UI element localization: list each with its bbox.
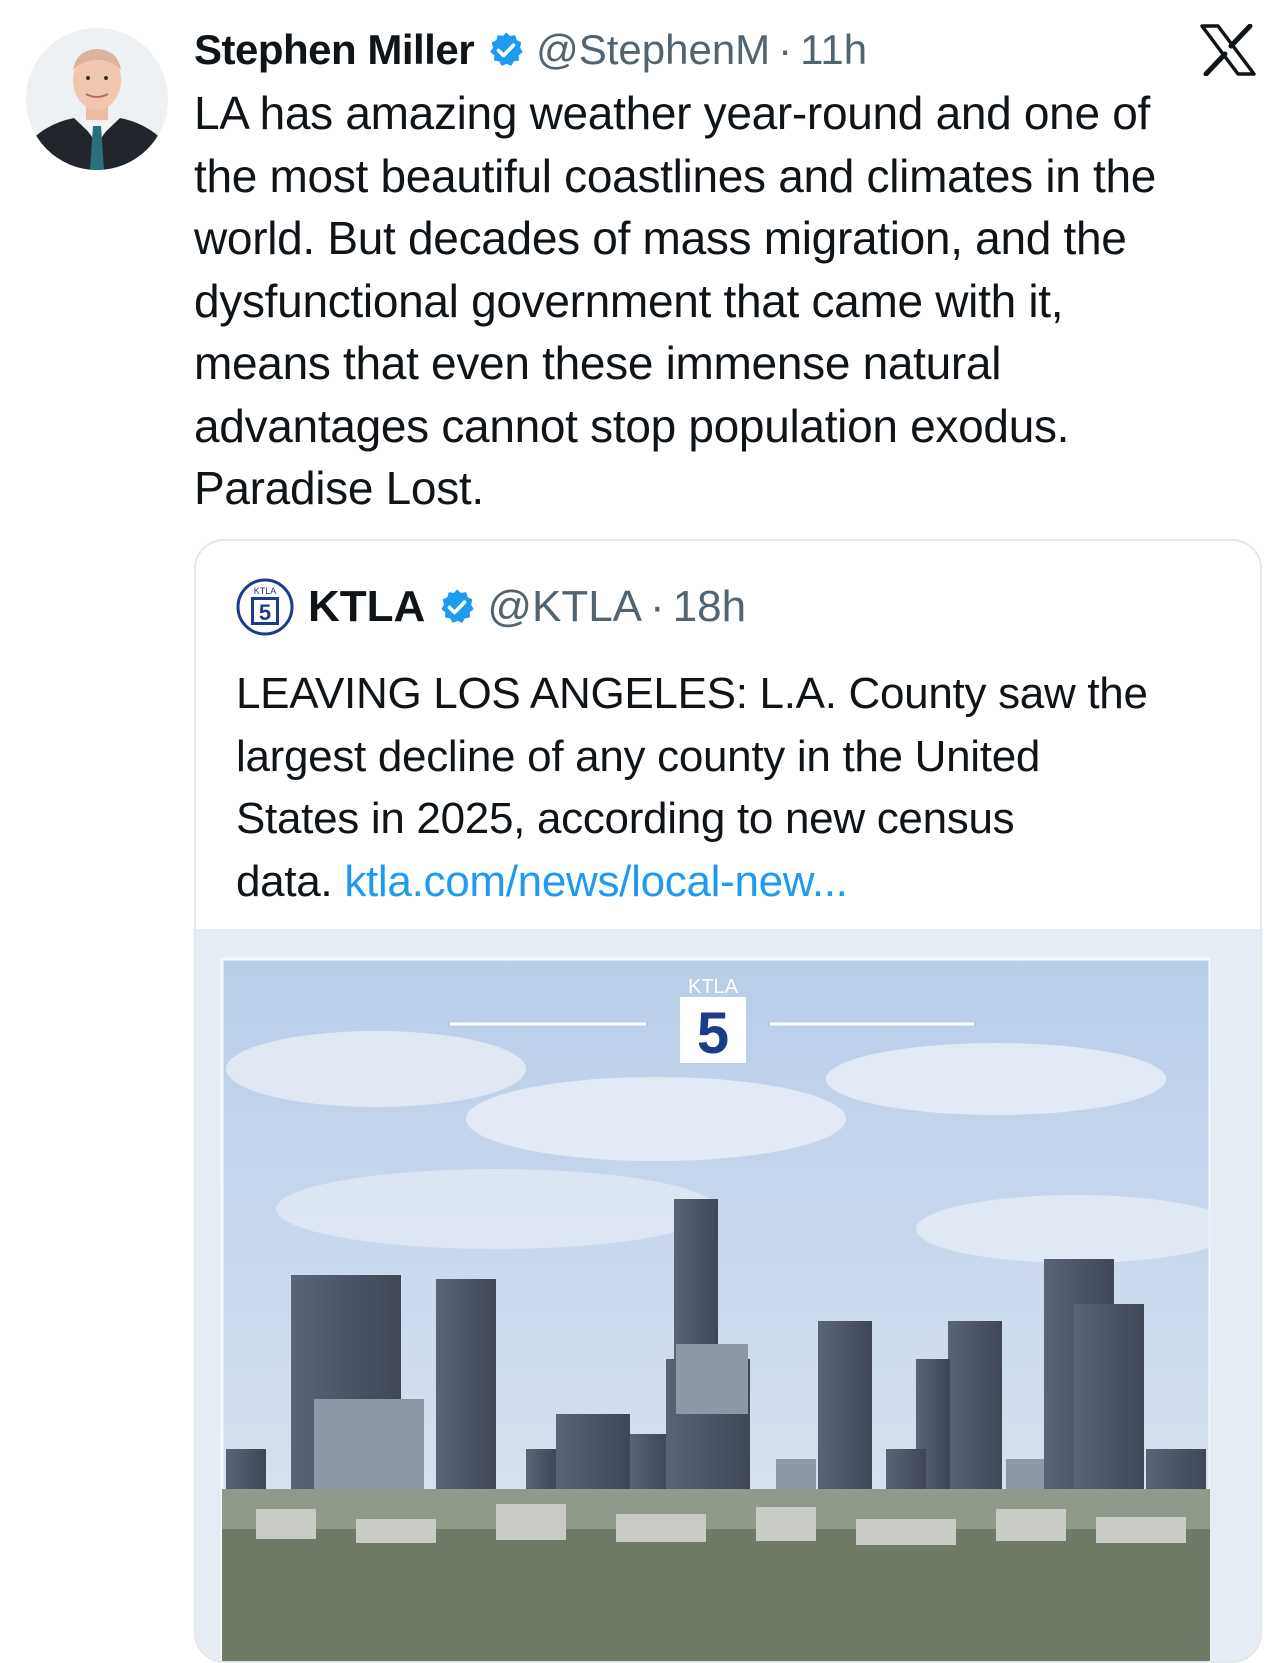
separator-dot: ·	[778, 26, 793, 73]
separator-dot: ·	[650, 582, 665, 631]
tweet-text-line: advantages cannot stop population exodus…	[194, 399, 1070, 452]
los-angeles-skyline-photo: KTLA 5	[196, 929, 1260, 1661]
tweet-text-line: dysfunctional government that came with …	[194, 274, 1064, 327]
media-logo-text: KTLA	[688, 976, 739, 998]
tweet-header: Stephen Miller @StephenM · 11h	[194, 22, 867, 78]
verified-badge-icon	[490, 32, 523, 66]
tweet-text: LA has amazing weather year-round and on…	[194, 82, 1254, 520]
tweet-text-line: means that even these immense natural	[194, 337, 1002, 389]
tweet-timestamp[interactable]: 11h	[800, 26, 867, 74]
svg-text:KTLA: KTLA	[254, 586, 277, 596]
tweet-text-line: LA has amazing weather year-round and on…	[194, 87, 1150, 139]
svg-text:5: 5	[259, 600, 271, 625]
quoted-media-image[interactable]: KTLA 5	[196, 929, 1260, 1661]
quoted-author-handle[interactable]: @KTLA	[487, 582, 642, 632]
quoted-text-line: LEAVING LOS ANGELES: L.A. County saw the	[236, 669, 1148, 718]
author-name[interactable]: Stephen Miller	[194, 26, 475, 74]
quoted-text-line: largest decline of any county in the Uni…	[236, 731, 1041, 781]
author-handle[interactable]: @StephenM	[536, 26, 770, 74]
quoted-tweet-header: 5 KTLA KTLA @KTLA · 18h	[236, 578, 746, 636]
media-logo-number: 5	[697, 1001, 729, 1066]
quoted-text-line: data. ktla.com/news/local-new...	[236, 851, 1236, 914]
verified-badge-icon	[441, 589, 474, 623]
quoted-tweet-card[interactable]: 5 KTLA KTLA @KTLA · 18h LEAVING LOS ANGE…	[194, 539, 1262, 1663]
quoted-timestamp[interactable]: 18h	[673, 582, 746, 632]
tweet-text-line: world. But decades of mass migration, an…	[194, 212, 1127, 264]
article-link[interactable]: ktla.com/news/local-new...	[344, 857, 848, 906]
tweet-text-line: Paradise Lost.	[194, 462, 484, 514]
avatar-photo	[26, 28, 168, 170]
quoted-text-end: data.	[236, 856, 333, 906]
quoted-tweet-text: LEAVING LOS ANGELES: L.A. County saw the…	[236, 663, 1236, 913]
x-logo-icon[interactable]	[1200, 24, 1256, 76]
quoted-text-line: States in 2025, according to new census	[236, 794, 1015, 843]
tweet-text-line: the most beautiful coastlines and climat…	[194, 149, 1157, 202]
ktla-logo-icon[interactable]: 5 KTLA	[236, 578, 294, 636]
quoted-author-name[interactable]: KTLA	[308, 582, 425, 632]
author-avatar[interactable]	[26, 28, 168, 170]
